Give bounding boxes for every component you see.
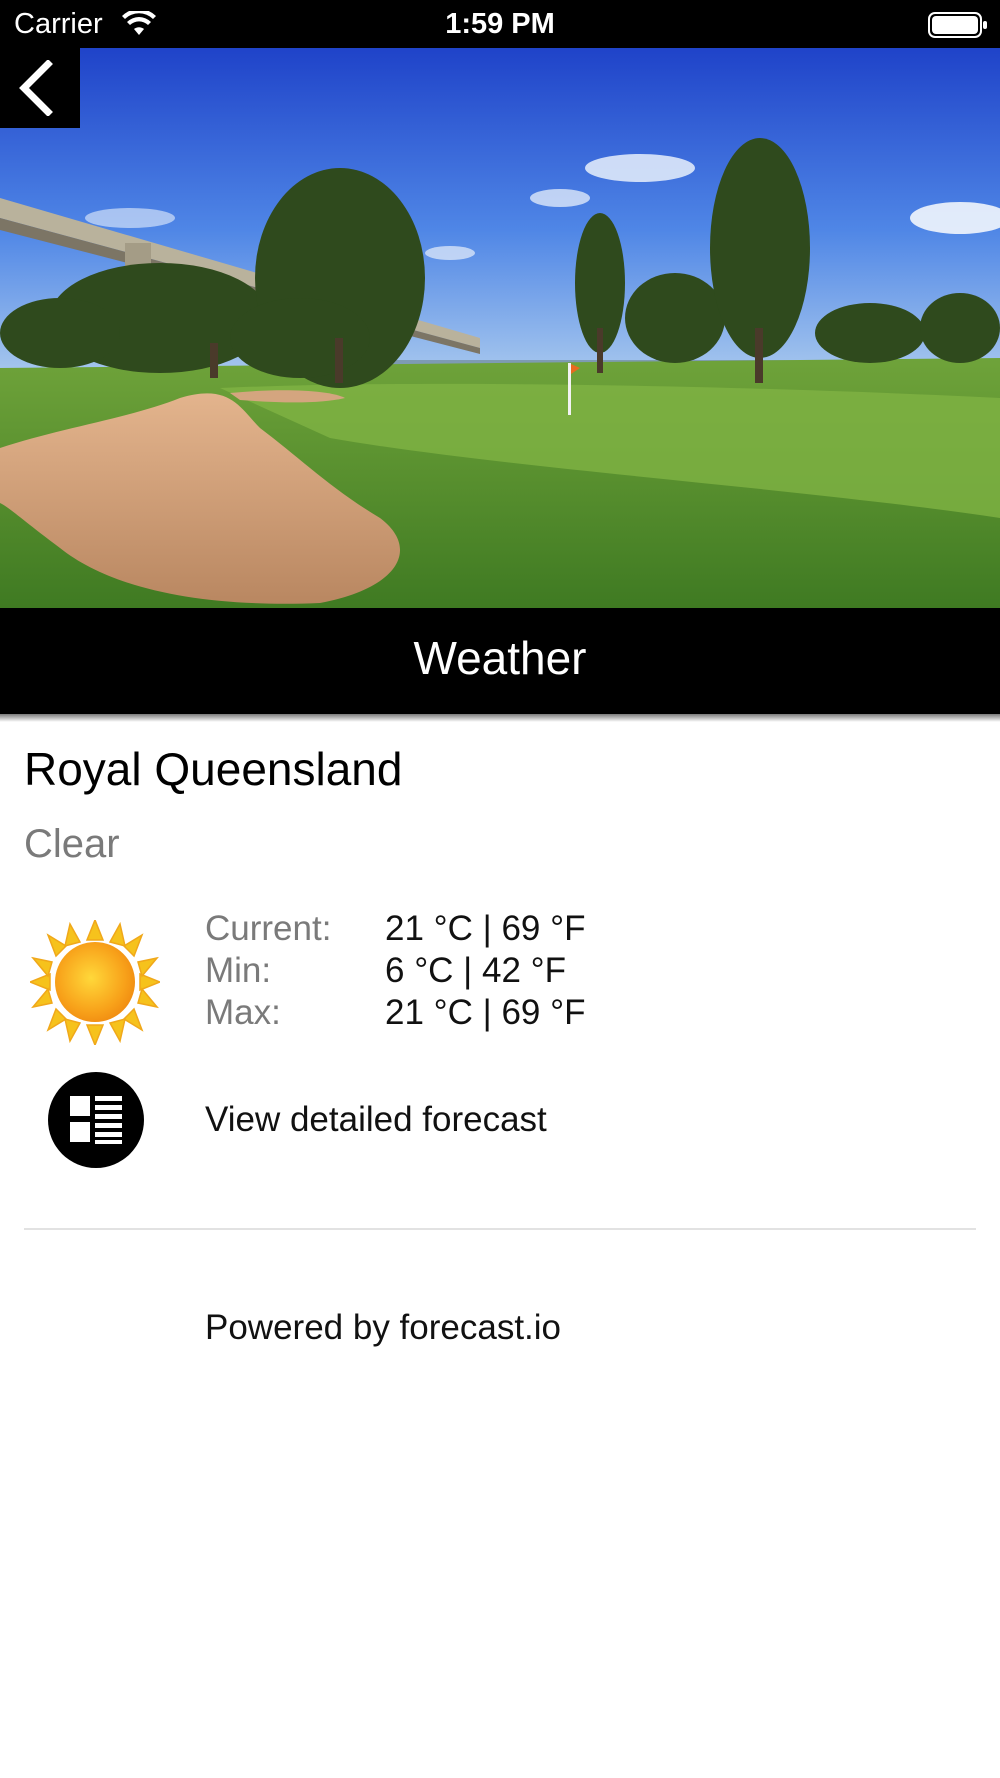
- hero-image: [0, 48, 1000, 608]
- temp-value: 6 °C | 42 °F: [385, 951, 567, 990]
- temp-label: Max:: [205, 993, 281, 1032]
- temp-label: Min:: [205, 951, 272, 990]
- status-bar: Carrier 1:59 PM: [0, 0, 1000, 48]
- back-button[interactable]: [0, 48, 80, 128]
- list-glyph: [70, 1096, 122, 1144]
- page-title: Weather: [0, 608, 1000, 714]
- view-forecast-link[interactable]: View detailed forecast: [205, 1100, 547, 1140]
- powered-by-label: Powered by forecast.io: [205, 1308, 562, 1347]
- sun-icon: [30, 920, 160, 1045]
- status-time: 1:59 PM: [445, 8, 555, 40]
- divider: [24, 1228, 976, 1230]
- title-bar-shadow: [0, 714, 1000, 722]
- list-icon[interactable]: [48, 1072, 144, 1168]
- location-name: Royal Queensland: [24, 743, 403, 795]
- chevron-left-icon: [19, 60, 53, 116]
- temp-value: 21 °C | 69 °F: [385, 909, 586, 948]
- temp-value: 21 °C | 69 °F: [385, 993, 586, 1032]
- temp-label: Current:: [205, 909, 332, 948]
- battery-icon: [928, 12, 987, 38]
- weather-condition: Clear: [24, 822, 120, 866]
